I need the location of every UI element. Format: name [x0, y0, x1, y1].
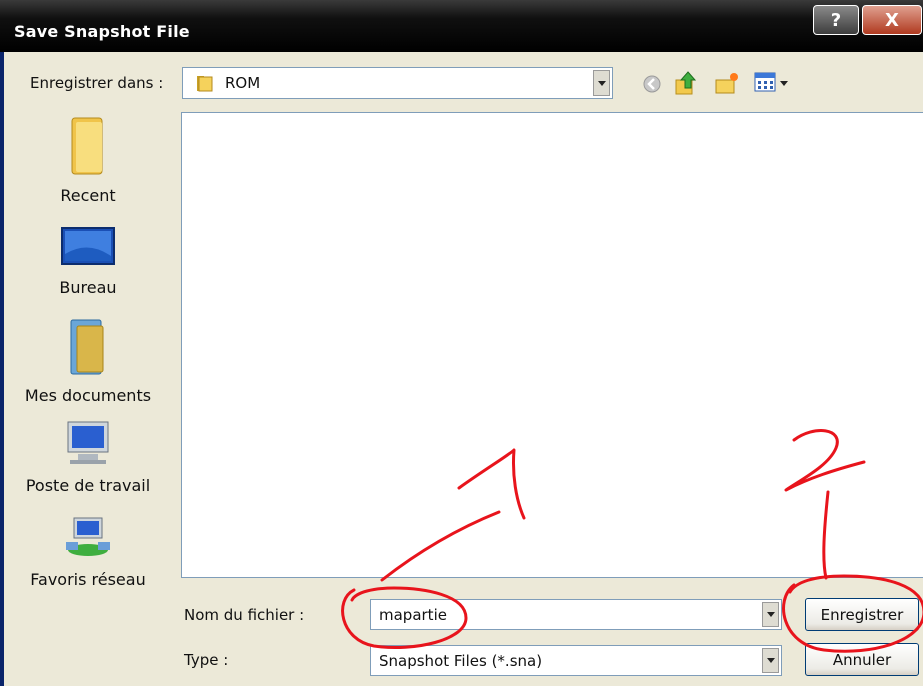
place-label: Favoris réseau — [30, 570, 146, 589]
save-in-combo[interactable]: ROM — [182, 67, 613, 99]
view-menu-icon[interactable] — [754, 72, 792, 98]
new-folder-icon[interactable] — [714, 70, 740, 100]
desktop-icon — [8, 226, 168, 272]
place-my-computer[interactable]: Poste de travail — [8, 420, 168, 495]
save-in-label: Enregistrer dans : — [30, 74, 164, 92]
filetype-value: Snapshot Files (*.sna) — [379, 651, 543, 670]
filename-dropdown-button[interactable] — [762, 602, 779, 627]
place-label: Recent — [60, 186, 116, 205]
place-label: Poste de travail — [25, 476, 151, 495]
save-dialog: Save Snapshot File ? X Enregistrer dans … — [0, 0, 923, 686]
folder-icon — [196, 75, 214, 96]
recent-folder-icon — [8, 114, 168, 180]
my-computer-icon — [8, 420, 168, 470]
filename-label: Nom du fichier : — [184, 606, 305, 624]
back-icon[interactable] — [642, 74, 662, 98]
save-in-dropdown-button[interactable] — [593, 70, 610, 96]
close-button[interactable]: X — [862, 5, 922, 35]
place-desktop[interactable]: Bureau — [8, 226, 168, 297]
help-button[interactable]: ? — [813, 5, 859, 35]
place-label: Mes documents — [24, 386, 152, 405]
filename-value: mapartie — [379, 605, 447, 624]
save-in-value: ROM — [225, 74, 261, 92]
close-icon: X — [885, 9, 899, 31]
filetype-select[interactable]: Snapshot Files (*.sna) — [370, 645, 782, 676]
place-my-documents[interactable]: Mes documents — [8, 318, 168, 405]
up-folder-icon[interactable] — [674, 70, 698, 100]
network-places-icon — [8, 516, 168, 564]
filename-input[interactable]: mapartie — [370, 599, 782, 630]
help-icon: ? — [830, 9, 842, 31]
place-recent[interactable]: Recent — [8, 114, 168, 205]
filetype-dropdown-button[interactable] — [762, 648, 779, 673]
filetype-label: Type : — [184, 651, 229, 669]
my-documents-icon — [8, 318, 168, 380]
title-bar[interactable]: Save Snapshot File ? X — [0, 0, 923, 52]
save-button[interactable]: Enregistrer — [805, 598, 919, 631]
window-title: Save Snapshot File — [14, 22, 190, 41]
places-bar: Recent Bureau Mes documents Poste de tra… — [8, 108, 168, 608]
place-label: Bureau — [59, 278, 117, 297]
cancel-button[interactable]: Annuler — [805, 643, 919, 676]
file-list[interactable] — [181, 112, 923, 578]
place-network[interactable]: Favoris réseau — [8, 516, 168, 589]
